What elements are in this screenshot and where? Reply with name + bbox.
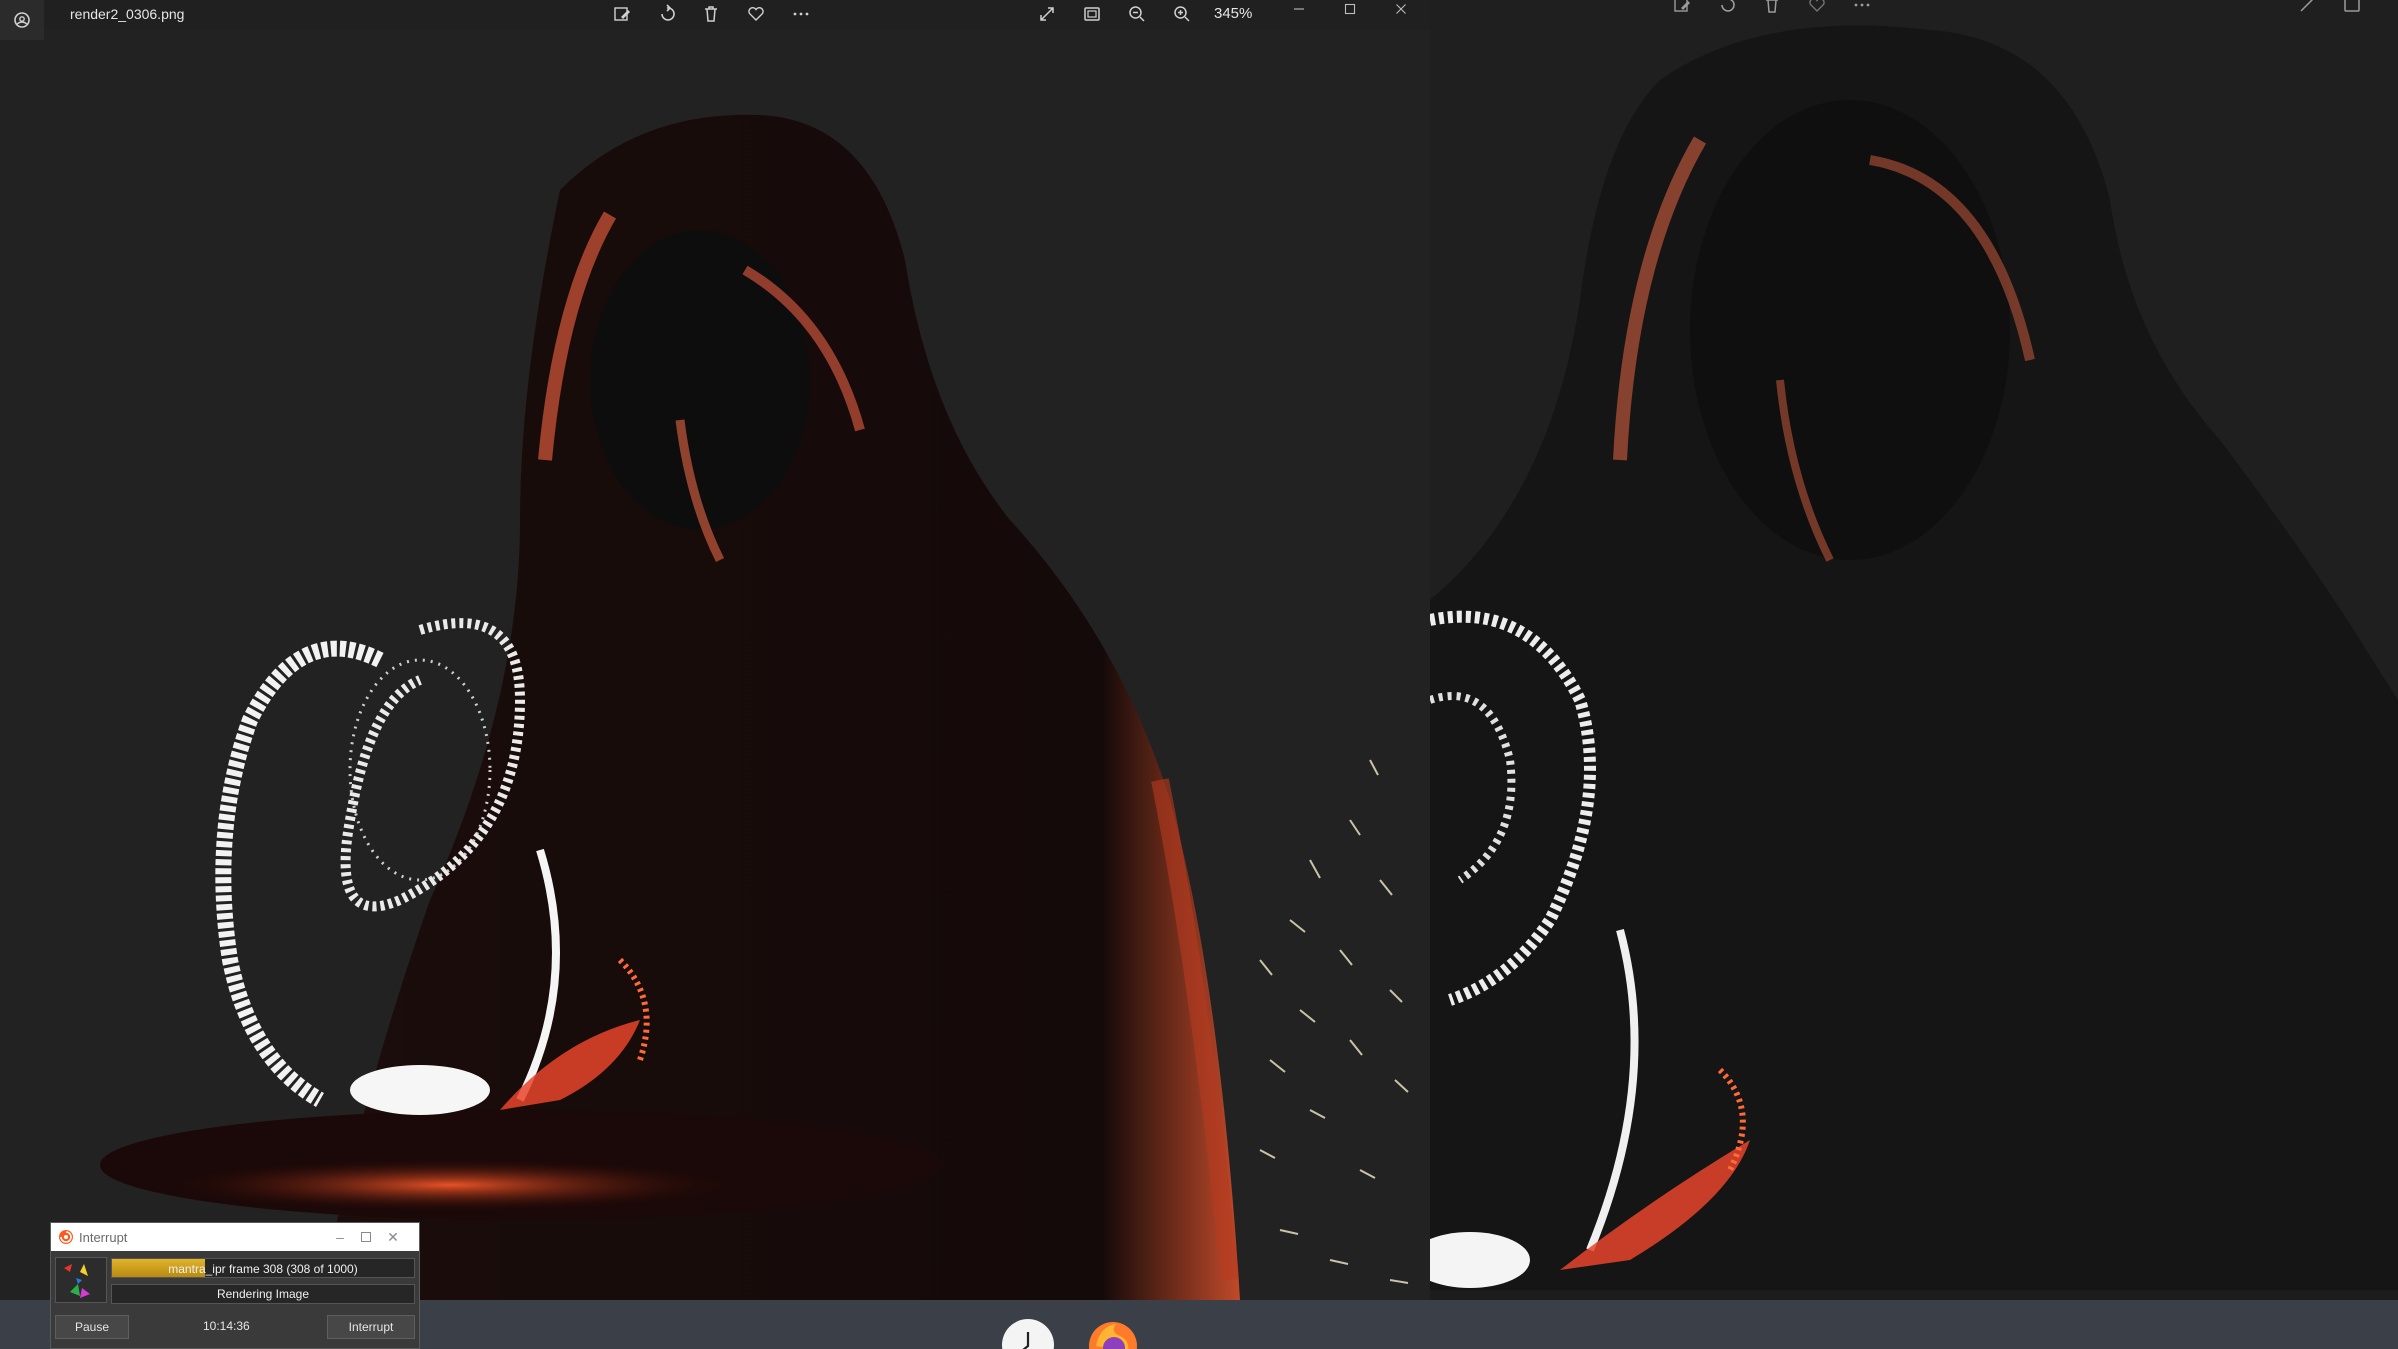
interrupt-button[interactable]: Interrupt bbox=[327, 1315, 415, 1339]
render-status: Rendering Image bbox=[111, 1284, 415, 1304]
dialog-minimize-button[interactable]: – bbox=[329, 1228, 351, 1246]
rotate-icon[interactable] bbox=[652, 1, 682, 27]
maximize-button[interactable] bbox=[1327, 0, 1373, 18]
zoom-out-icon[interactable] bbox=[1122, 1, 1152, 27]
dialog-close-button[interactable]: ✕ bbox=[382, 1228, 404, 1246]
fit-window-icon-right[interactable] bbox=[2337, 0, 2367, 18]
photos-window-left: render2_0306.png 345% bbox=[0, 0, 1430, 1300]
dialog-title: Interrupt bbox=[79, 1230, 128, 1245]
delete-icon[interactable] bbox=[696, 1, 726, 27]
pause-button[interactable]: Pause bbox=[55, 1315, 129, 1339]
dialog-maximize-button[interactable] bbox=[355, 1228, 377, 1246]
favorite-icon-right[interactable] bbox=[1802, 0, 1832, 18]
minimize-button[interactable] bbox=[1276, 0, 1322, 18]
interrupt-dialog: Interrupt – ✕ mantra_ipr frame 308 (308 … bbox=[50, 1222, 420, 1349]
edit-image-icon-right[interactable] bbox=[1667, 0, 1697, 18]
zoom-in-icon[interactable] bbox=[1167, 1, 1197, 27]
photos-app-icon[interactable] bbox=[0, 0, 44, 40]
progress-label: mantra_ipr frame 308 (308 of 1000) bbox=[168, 1262, 358, 1276]
render-image-canvas-right[interactable] bbox=[1430, 0, 2398, 1290]
render-image-right bbox=[1430, 0, 2398, 1290]
firefox-icon[interactable] bbox=[1086, 1318, 1140, 1349]
more-icon-right[interactable] bbox=[1847, 0, 1877, 18]
zoom-level: 345% bbox=[1214, 5, 1253, 22]
file-name: render2_0306.png bbox=[70, 6, 185, 22]
render-logo bbox=[55, 1257, 107, 1303]
expand-icon-right[interactable] bbox=[2292, 0, 2322, 18]
fit-window-icon[interactable] bbox=[1077, 1, 1107, 27]
edit-image-icon[interactable] bbox=[607, 1, 637, 27]
houdini-icon bbox=[59, 1230, 73, 1244]
elapsed-time: 10:14:36 bbox=[203, 1319, 250, 1333]
clock-app-icon[interactable] bbox=[1001, 1318, 1055, 1349]
more-icon[interactable] bbox=[786, 1, 816, 27]
close-button[interactable] bbox=[1378, 0, 1424, 18]
expand-icon[interactable] bbox=[1032, 1, 1062, 27]
dialog-title-bar: Interrupt – ✕ bbox=[51, 1223, 419, 1251]
delete-icon-right[interactable] bbox=[1757, 0, 1787, 18]
render-image-canvas[interactable] bbox=[0, 30, 1430, 1300]
photos-window-right bbox=[1430, 0, 2398, 1290]
render-progress-bar: mantra_ipr frame 308 (308 of 1000) bbox=[111, 1258, 415, 1278]
render-image bbox=[0, 30, 1430, 1300]
favorite-icon[interactable] bbox=[741, 1, 771, 27]
title-bar: render2_0306.png 345% bbox=[0, 0, 1430, 40]
rotate-icon-right[interactable] bbox=[1712, 0, 1742, 18]
